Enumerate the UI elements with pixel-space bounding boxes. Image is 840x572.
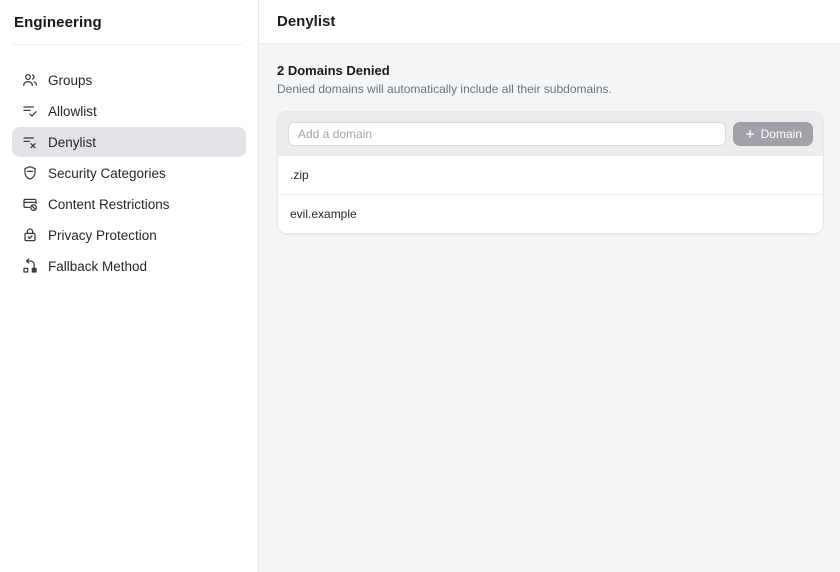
- sidebar-item-label: Security Categories: [48, 166, 166, 181]
- denylist-card: Domain .zip evil.example: [277, 111, 824, 234]
- sidebar-item-privacy-protection[interactable]: Privacy Protection: [12, 220, 246, 250]
- sidebar-item-security-categories[interactable]: Security Categories: [12, 158, 246, 188]
- sidebar-item-label: Denylist: [48, 135, 96, 150]
- list-item[interactable]: .zip: [278, 156, 823, 194]
- add-domain-button-label: Domain: [761, 127, 802, 141]
- sidebar-item-groups[interactable]: Groups: [12, 65, 246, 95]
- list-check-icon: [22, 103, 38, 119]
- denied-domains-list: .zip evil.example: [278, 156, 823, 233]
- add-domain-button[interactable]: Domain: [733, 122, 813, 146]
- sidebar-item-label: Fallback Method: [48, 259, 147, 274]
- domain-name: .zip: [290, 168, 309, 182]
- sidebar-item-label: Groups: [48, 73, 92, 88]
- sidebar-item-label: Content Restrictions: [48, 197, 170, 212]
- shield-icon: [22, 165, 38, 181]
- sidebar-item-label: Privacy Protection: [48, 228, 157, 243]
- plus-icon: [744, 128, 756, 140]
- sidebar-title: Engineering: [14, 14, 102, 31]
- main-header: Denylist: [259, 0, 840, 44]
- sidebar-nav: Groups Allowlist Denylist Security Categori…: [0, 45, 258, 282]
- section-title: 2 Domains Denied: [277, 63, 824, 78]
- main-panel: Denylist 2 Domains Denied Denied domains…: [259, 0, 840, 572]
- add-domain-input[interactable]: [288, 122, 726, 146]
- lock-check-icon: [22, 227, 38, 243]
- sidebar: Engineering Groups Allowlist Denylist Secur…: [0, 0, 259, 572]
- section-subtitle: Denied domains will automatically includ…: [277, 82, 824, 96]
- sidebar-item-denylist[interactable]: Denylist: [12, 127, 246, 157]
- sidebar-item-allowlist[interactable]: Allowlist: [12, 96, 246, 126]
- domain-name: evil.example: [290, 207, 357, 221]
- sidebar-item-fallback-method[interactable]: Fallback Method: [12, 251, 246, 281]
- add-domain-bar: Domain: [278, 112, 823, 156]
- window-ban-icon: [22, 196, 38, 212]
- sidebar-item-label: Allowlist: [48, 104, 97, 119]
- failover-icon: [22, 258, 38, 274]
- page-title: Denylist: [277, 13, 335, 30]
- list-item[interactable]: evil.example: [278, 194, 823, 233]
- sidebar-header: Engineering: [0, 0, 258, 44]
- content-area: 2 Domains Denied Denied domains will aut…: [259, 44, 840, 572]
- sidebar-item-content-restrictions[interactable]: Content Restrictions: [12, 189, 246, 219]
- users-icon: [22, 72, 38, 88]
- list-x-icon: [22, 134, 38, 150]
